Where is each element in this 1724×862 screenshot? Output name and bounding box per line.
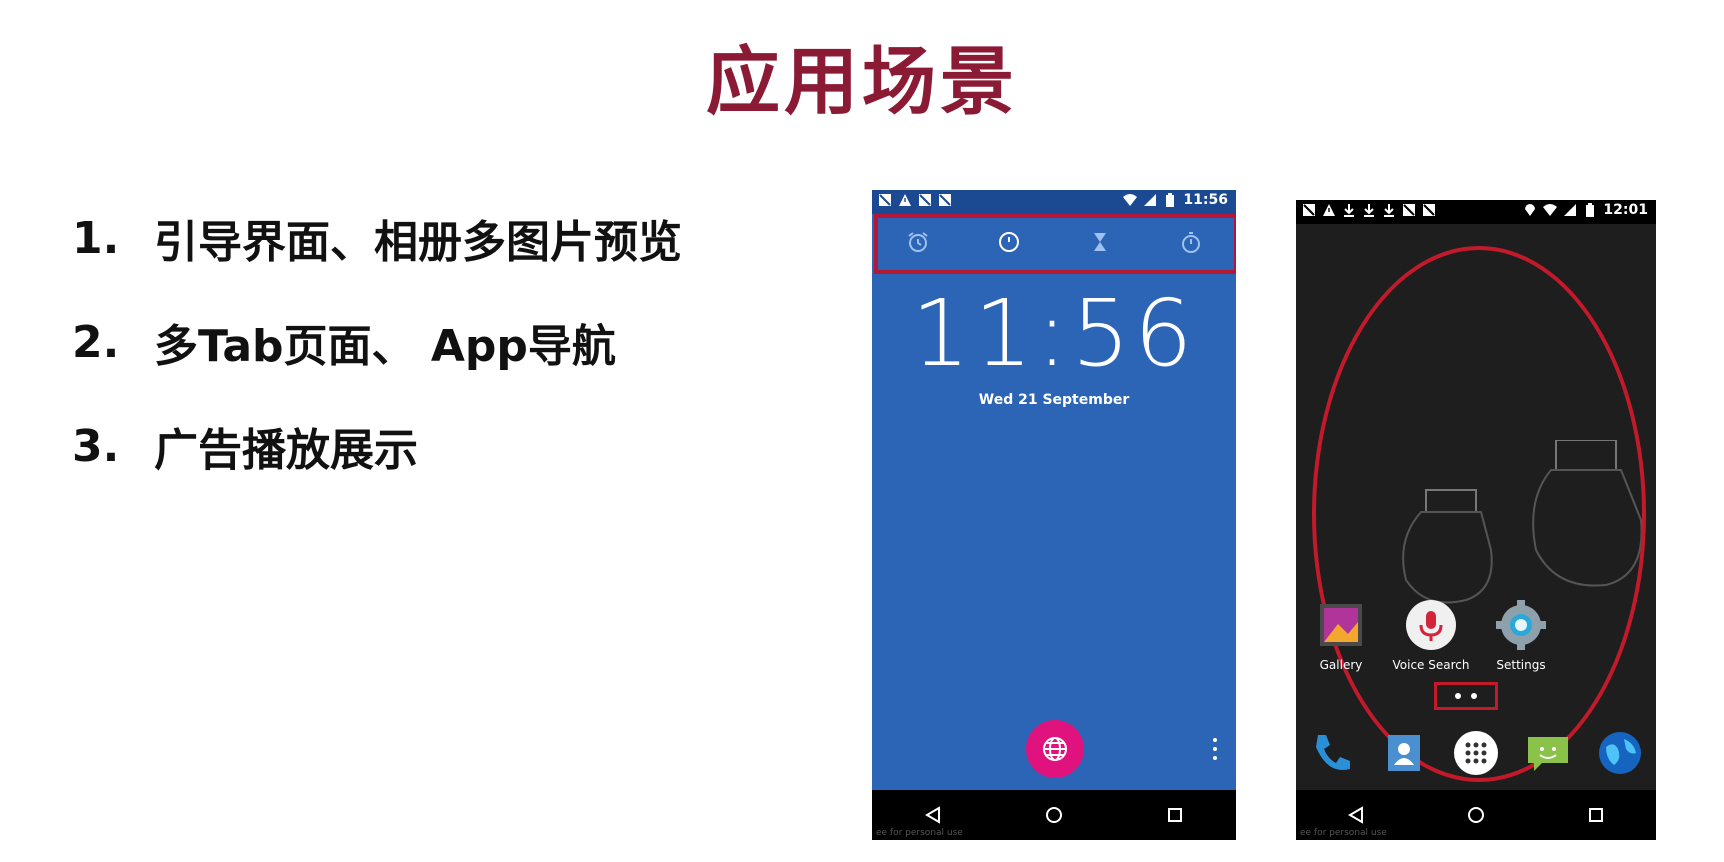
app-gallery[interactable]: Gallery [1296, 598, 1386, 672]
gallery-icon [1320, 604, 1362, 646]
status-bar: 11:56 [872, 190, 1236, 214]
home-icon[interactable] [1039, 800, 1069, 830]
location-icon [1523, 203, 1537, 217]
clock-phone-screenshot: 11:56 11:56 Wed 21 September ee for pers… [872, 190, 1236, 840]
app-label: Settings [1496, 658, 1546, 672]
messaging-icon[interactable] [1520, 725, 1576, 781]
battery-icon [1163, 193, 1177, 207]
gear-icon [1496, 600, 1546, 650]
warning-icon [1322, 203, 1336, 217]
app-voice-search[interactable]: Voice Search [1386, 598, 1476, 672]
status-right: 12:01 [1523, 202, 1648, 218]
app-settings[interactable]: Settings [1476, 598, 1566, 672]
wifi-icon [1543, 203, 1558, 217]
status-bar: 12:01 [1296, 200, 1656, 224]
watermark: ee for personal use [1300, 828, 1387, 838]
signal-icon [1143, 193, 1157, 207]
globe-icon [1043, 737, 1067, 761]
page-indicator[interactable] [1434, 682, 1498, 710]
digital-clock: 11:56 [911, 280, 1197, 387]
browser-icon[interactable] [1592, 725, 1648, 781]
wifi-icon [1123, 193, 1138, 207]
download-icon [1362, 203, 1376, 217]
bullet-list: 1. 引导界面、相册多图片预览 2. 多Tab页面、 App导航 3. 广告播放… [72, 186, 682, 498]
recents-icon[interactable] [1581, 800, 1611, 830]
notification-icon [938, 193, 952, 207]
overflow-menu-icon[interactable] [1212, 738, 1218, 760]
warning-icon [898, 193, 912, 207]
recents-icon[interactable] [1160, 800, 1190, 830]
status-time: 12:01 [1603, 202, 1648, 218]
notification-icon [918, 193, 932, 207]
phone-icon[interactable] [1304, 725, 1360, 781]
bullet-number: 2. [72, 316, 120, 368]
world-clock-button[interactable] [1026, 720, 1084, 778]
bullet-text: 多Tab页面、 App导航 [154, 321, 616, 372]
bullet-text: 广告播放展示 [154, 425, 418, 476]
app-label: Gallery [1319, 658, 1363, 672]
back-icon[interactable] [1341, 800, 1371, 830]
notification-icons [878, 193, 952, 207]
tab-highlight-box [874, 214, 1236, 274]
contacts-icon[interactable] [1376, 725, 1432, 781]
slide-title: 应用场景 [706, 39, 1018, 125]
battery-icon [1583, 203, 1597, 217]
notification-icon [1422, 203, 1436, 217]
watermark: ee for personal use [876, 828, 963, 838]
download-icon [1382, 203, 1396, 217]
bullet-item-1: 1. 引导界面、相册多图片预览 [72, 186, 682, 290]
status-time: 11:56 [1183, 192, 1228, 208]
app-drawer-icon[interactable] [1448, 725, 1504, 781]
home-icon[interactable] [1461, 800, 1491, 830]
clock-date: Wed 21 September [978, 392, 1130, 408]
bullet-item-2: 2. 多Tab页面、 App导航 [72, 290, 682, 394]
dock [1296, 718, 1656, 788]
microphone-icon [1406, 600, 1456, 650]
back-icon[interactable] [918, 800, 948, 830]
app-label: Voice Search [1392, 658, 1470, 672]
bullet-text: 引导界面、相册多图片预览 [154, 217, 682, 268]
signal-icon [1563, 203, 1577, 217]
notification-icon [1402, 203, 1416, 217]
bullet-number: 3. [72, 420, 120, 472]
notification-icons [1302, 203, 1436, 217]
bullet-item-3: 3. 广告播放展示 [72, 394, 682, 498]
bullet-number: 1. [72, 212, 120, 264]
launcher-phone-screenshot: 12:01 Gallery Voice Search Settings ee f… [1296, 200, 1656, 840]
notification-icon [878, 193, 892, 207]
notification-icon [1302, 203, 1316, 217]
download-icon [1342, 203, 1356, 217]
status-right: 11:56 [1123, 192, 1228, 208]
